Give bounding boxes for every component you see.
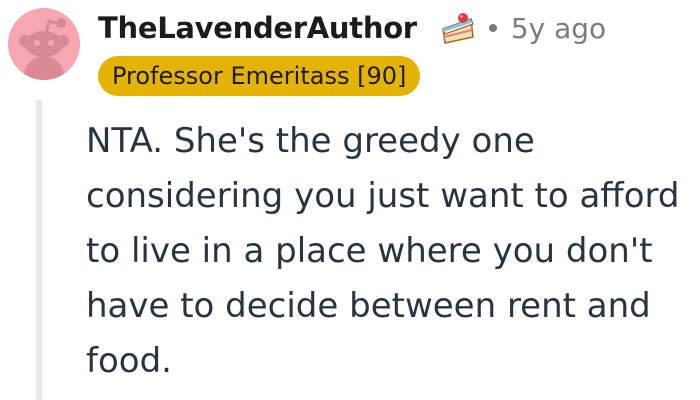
comment-header: TheLavenderAuthor 5y ago: [98, 8, 606, 48]
separator-dot: [488, 24, 497, 32]
cake-slice-icon[interactable]: [439, 9, 477, 47]
avatar[interactable]: [8, 8, 80, 80]
username[interactable]: TheLavenderAuthor: [98, 11, 417, 45]
user-flair: Professor Emeritass [90]: [98, 56, 421, 96]
timestamp[interactable]: 5y ago: [511, 12, 606, 45]
thread-collapse-line[interactable]: [36, 100, 42, 400]
comment: TheLavenderAuthor 5y ago Professor Emeri…: [0, 0, 700, 400]
snoo-avatar-icon: [19, 18, 69, 80]
comment-body: NTA. She's the greedy one considering yo…: [86, 121, 680, 381]
